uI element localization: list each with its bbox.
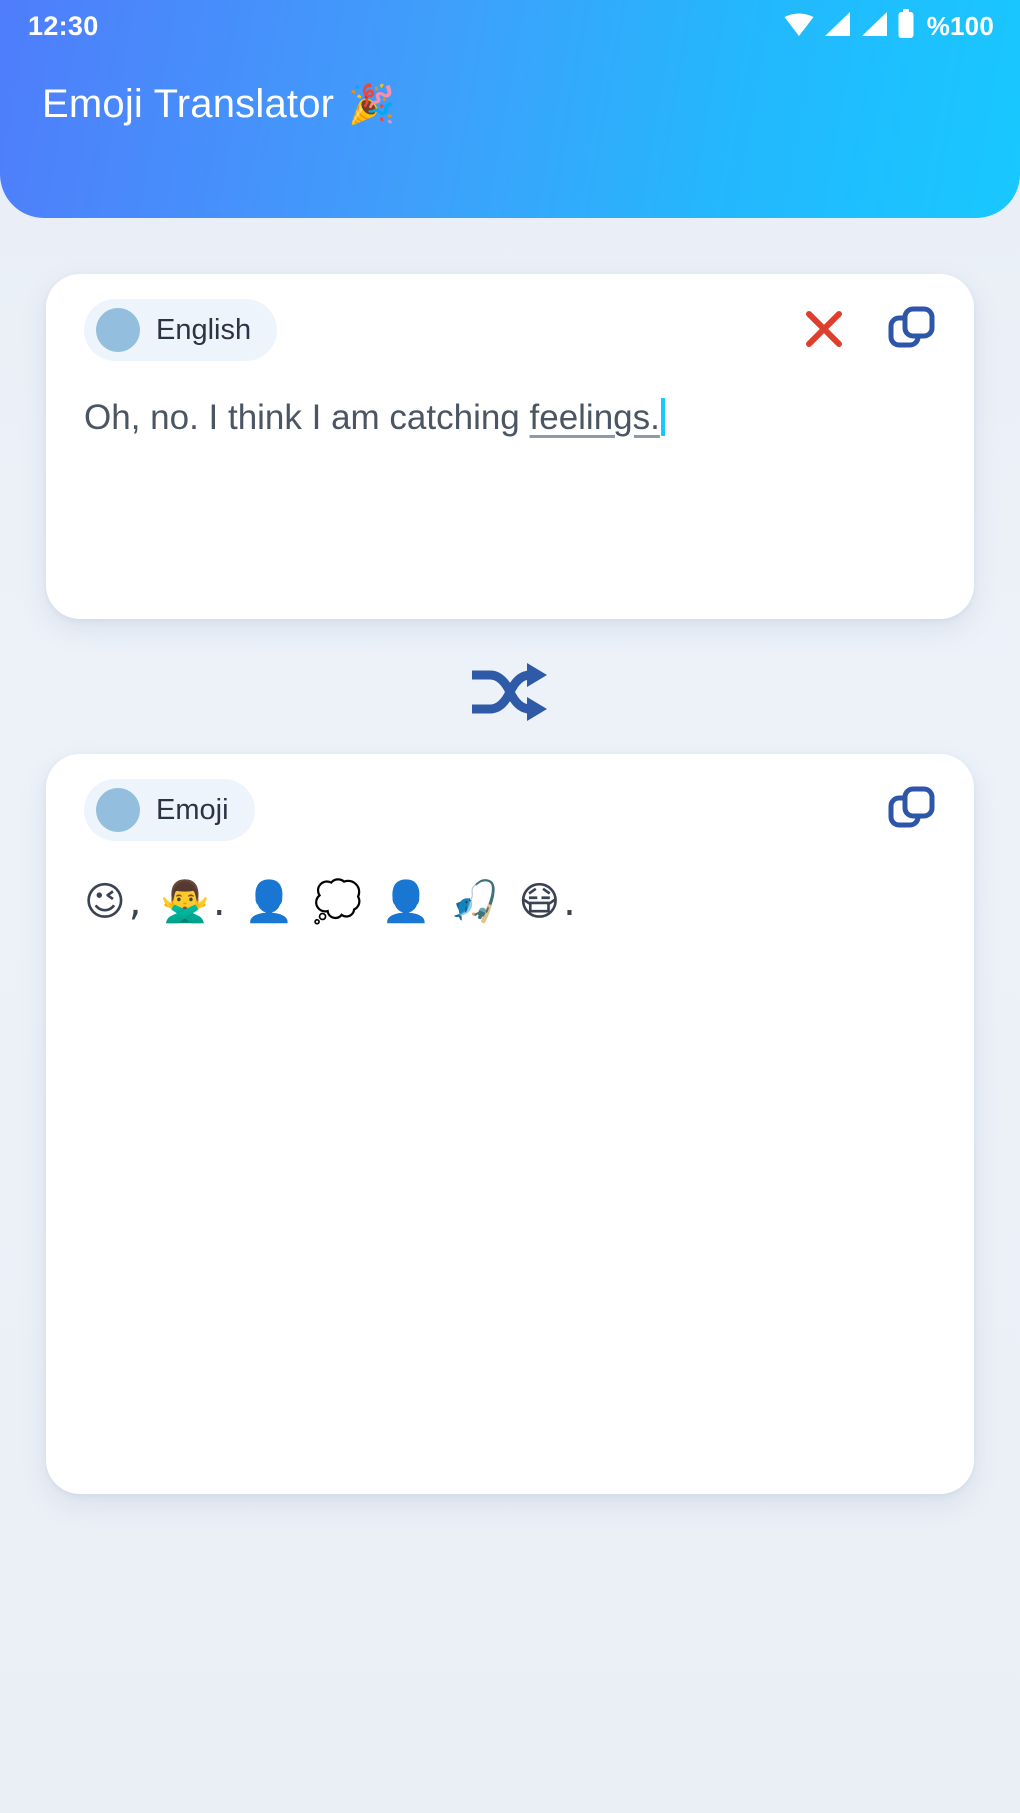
- language-dot-icon: [96, 788, 140, 832]
- source-text-underlined: feelings.: [529, 398, 660, 437]
- source-language-chip[interactable]: English: [84, 299, 278, 361]
- page-title-text: Emoji Translator: [42, 82, 335, 126]
- source-text-card: English Oh, no. I think I am catching fe…: [46, 274, 974, 619]
- battery-percent-label: %100: [926, 10, 994, 41]
- close-icon: [801, 306, 847, 355]
- copy-result-button[interactable]: [886, 784, 938, 836]
- language-dot-icon: [96, 308, 140, 352]
- source-card-header: English: [46, 274, 974, 386]
- result-text-area[interactable]: 😉, 🙅‍♂️. 👤 💭 👤 🎣 😷.: [46, 866, 974, 930]
- source-text-input[interactable]: Oh, no. I think I am catching feelings.: [84, 394, 936, 441]
- main-content: English Oh, no. I think I am catching fe…: [0, 218, 1020, 1813]
- clear-button[interactable]: [798, 304, 850, 356]
- target-language-chip[interactable]: Emoji: [84, 779, 255, 841]
- copy-icon: [887, 784, 937, 837]
- result-card-actions: [886, 784, 938, 836]
- source-card-actions: [798, 304, 938, 356]
- source-text-area[interactable]: Oh, no. I think I am catching feelings.: [46, 386, 974, 441]
- source-language-label: English: [156, 313, 252, 346]
- party-popper-icon: 🎉: [348, 82, 396, 126]
- app-screen: 12:30 %100 Emoji Translator 🎉 English Oh…: [0, 0, 1020, 1813]
- wifi-icon: [784, 11, 814, 42]
- signal-icon: [823, 11, 851, 42]
- text-cursor: [660, 398, 665, 436]
- battery-icon: [897, 8, 915, 44]
- result-card-header: Emoji: [46, 754, 974, 866]
- swap-languages-button[interactable]: [467, 658, 553, 728]
- status-time: 12:30: [28, 10, 99, 41]
- target-language-label: Emoji: [156, 793, 229, 826]
- page-title: Emoji Translator 🎉: [42, 82, 396, 127]
- status-bar: 12:30 %100: [0, 0, 1020, 52]
- copy-icon: [887, 304, 937, 357]
- result-emoji-text: 😉, 🙅‍♂️. 👤 💭 👤 🎣 😷.: [84, 879, 579, 925]
- shuffle-icon: [471, 661, 548, 726]
- result-text-card: Emoji 😉, 🙅‍♂️. 👤 💭 👤 🎣 😷.: [46, 754, 974, 1494]
- app-header: 12:30 %100 Emoji Translator 🎉: [0, 0, 1020, 218]
- copy-source-button[interactable]: [886, 304, 938, 356]
- source-text-plain: Oh, no. I think I am catching: [84, 398, 530, 437]
- status-icons: %100: [784, 8, 994, 44]
- swap-row: [0, 648, 1020, 738]
- signal-icon: [860, 11, 888, 42]
